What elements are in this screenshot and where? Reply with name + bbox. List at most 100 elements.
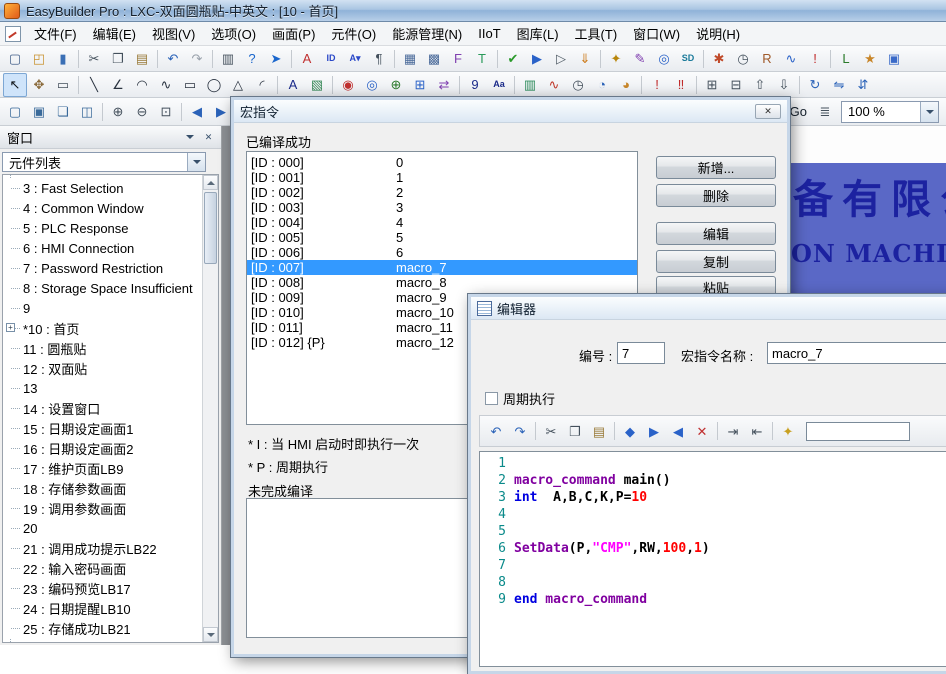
window-tree-item[interactable]: 7 : Password Restriction [3,258,203,278]
menu-item-4[interactable]: 画面(P) [264,21,323,46]
code-editor[interactable]: 12macro_command main()3int A,B,C,K,P=104… [479,451,946,667]
editor-dialog-titlebar[interactable]: 编辑器 [471,297,946,320]
go-label[interactable]: Go [788,104,809,119]
window-overlap-button[interactable]: ▩ [422,47,446,71]
window-tree-item[interactable]: 21 : 调用成功提示LB22 [3,538,203,558]
window-tree-item[interactable]: 14 : 设置窗口 [3,398,203,418]
help-button[interactable]: ? [240,47,264,71]
window-tree-item[interactable]: 9 [3,298,203,318]
window-tree-item[interactable]: 18 : 存储参数画面 [3,478,203,498]
outdent-button[interactable]: ⇤ [745,419,769,443]
tree-scrollbar[interactable] [202,175,218,642]
alarm-display-button[interactable]: ‼ [669,73,693,97]
window-tree-item[interactable]: 4 : Common Window [3,198,203,218]
online-simulation-button[interactable]: ▶ [525,47,549,71]
tag-manager-button[interactable]: T [470,47,494,71]
event-log-button[interactable]: ! [803,47,827,71]
window-tree-item[interactable]: 25 : 存储成功LB21 [3,618,203,638]
macro-manager-button[interactable]: ✎ [628,47,652,71]
next-bookmark-button[interactable]: ▶ [642,419,666,443]
scheduler-button[interactable]: ◷ [731,47,755,71]
undo-button[interactable]: ↶ [484,419,508,443]
trend-display-button[interactable]: ∿ [542,73,566,97]
indent-button[interactable]: ⇥ [721,419,745,443]
window-panel-header[interactable]: 窗口 [0,126,221,149]
bar-graph-button[interactable]: ▥ [518,73,542,97]
window-new-button[interactable]: ▢ [3,100,27,124]
window-grid-button[interactable]: ▦ [398,47,422,71]
group-button[interactable]: ⊞ [700,73,724,97]
text-button[interactable]: A [281,73,305,97]
window-tree-item[interactable]: 15 : 日期设定画面1 [3,418,203,438]
clock-object-button[interactable]: ◷ [566,73,590,97]
id-display-button[interactable]: ID [319,47,343,71]
scroll-down-icon[interactable] [203,627,218,642]
window-tree-item[interactable]: 22 : 输入密码画面 [3,558,203,578]
open-file-button[interactable]: ◰ [27,47,51,71]
menu-item-10[interactable]: 窗口(W) [625,21,688,46]
titlebar[interactable]: EasyBuilder Pro : LXC-双面圆瓶贴-中英文 : [10 - … [0,0,946,22]
window-tree-item[interactable]: 13 [3,378,203,398]
delete-macro-button[interactable]: 删除 [656,184,776,207]
word-lamp-button[interactable]: ◎ [360,73,384,97]
bit-lamp-button[interactable]: ◉ [336,73,360,97]
window-tree-item[interactable]: 16 : 日期设定画面2 [3,438,203,458]
save-button[interactable]: ▮ [51,47,75,71]
meter-display-button[interactable]: ◔ [590,73,614,97]
checkbox-box-icon[interactable] [485,392,498,405]
select-button[interactable]: ↖ [3,73,27,97]
edit-macro-button[interactable]: 编辑 [656,222,776,245]
recipe-editor-button[interactable]: R [755,47,779,71]
keyword-search-button[interactable]: ✦ [776,419,800,443]
tree-expand-icon[interactable]: + [6,323,15,332]
data-sampling-button[interactable]: ∿ [779,47,803,71]
line-button[interactable]: ╲ [82,73,106,97]
zoom-out-button[interactable]: ⊖ [130,100,154,124]
macro-list-item[interactable]: [ID : 006]6 [247,245,637,260]
zoom-fit-button[interactable]: ⊡ [154,100,178,124]
label-library-button[interactable]: L [834,47,858,71]
macro-dialog-close-icon[interactable] [755,104,781,119]
zoom-in-button[interactable]: ⊕ [106,100,130,124]
send-to-back-button[interactable]: ⇩ [772,73,796,97]
compile-button[interactable]: ✔ [501,47,525,71]
font-button[interactable]: A [295,47,319,71]
prev-bookmark-button[interactable]: ◀ [666,419,690,443]
ungroup-button[interactable]: ⊟ [724,73,748,97]
window-tree-item[interactable]: 17 : 维护页面LB9 [3,458,203,478]
polyline-button[interactable]: ∠ [106,73,130,97]
ellipse-button[interactable]: ◯ [202,73,226,97]
window-tree-item[interactable]: 5 : PLC Response [3,218,203,238]
prev-window-button[interactable]: ◀ [185,100,209,124]
comment-display-button[interactable]: ¶ [367,47,391,71]
window-close-button[interactable]: ◫ [75,100,99,124]
set-bit-button[interactable]: ⊕ [384,73,408,97]
arc-button[interactable]: ◜ [250,73,274,97]
build-data-button[interactable]: ✦ [604,47,628,71]
system-parameters-button[interactable]: ✱ [707,47,731,71]
macro-list-item[interactable]: [ID : 000]0 [247,155,637,170]
zoom-combobox[interactable]: 100 % [841,101,939,123]
menu-item-5[interactable]: 元件(O) [323,21,384,46]
set-word-button[interactable]: ⊞ [408,73,432,97]
window-tree-item[interactable]: 12 : 双面贴 [3,358,203,378]
macro-dialog-titlebar[interactable]: 宏指令 [234,100,787,123]
menu-item-3[interactable]: 选项(O) [203,21,264,46]
toggle-bookmark-button[interactable]: ◆ [618,419,642,443]
macro-list-item[interactable]: [ID : 002]2 [247,185,637,200]
bezier-button[interactable]: ◠ [130,73,154,97]
window-delete-button[interactable]: ▣ [27,100,51,124]
window-tree-item[interactable]: 20 [3,518,203,538]
macro-list-item[interactable]: [ID : 001]1 [247,170,637,185]
menu-item-2[interactable]: 视图(V) [144,21,203,46]
undo-button[interactable]: ↶ [161,47,185,71]
window-tree-item[interactable]: 19 : 调用参数画面 [3,498,203,518]
numeric-object-button[interactable]: 9 [463,73,487,97]
window-tree-item[interactable]: 6 : HMI Connection [3,238,203,258]
rotate-button[interactable]: ↻ [803,73,827,97]
menu-item-6[interactable]: 能源管理(N) [384,21,470,46]
panel-close-icon[interactable] [199,129,218,146]
redo-button[interactable]: ↷ [185,47,209,71]
paste-button[interactable]: ▤ [130,47,154,71]
macro-name-input[interactable] [767,342,946,364]
